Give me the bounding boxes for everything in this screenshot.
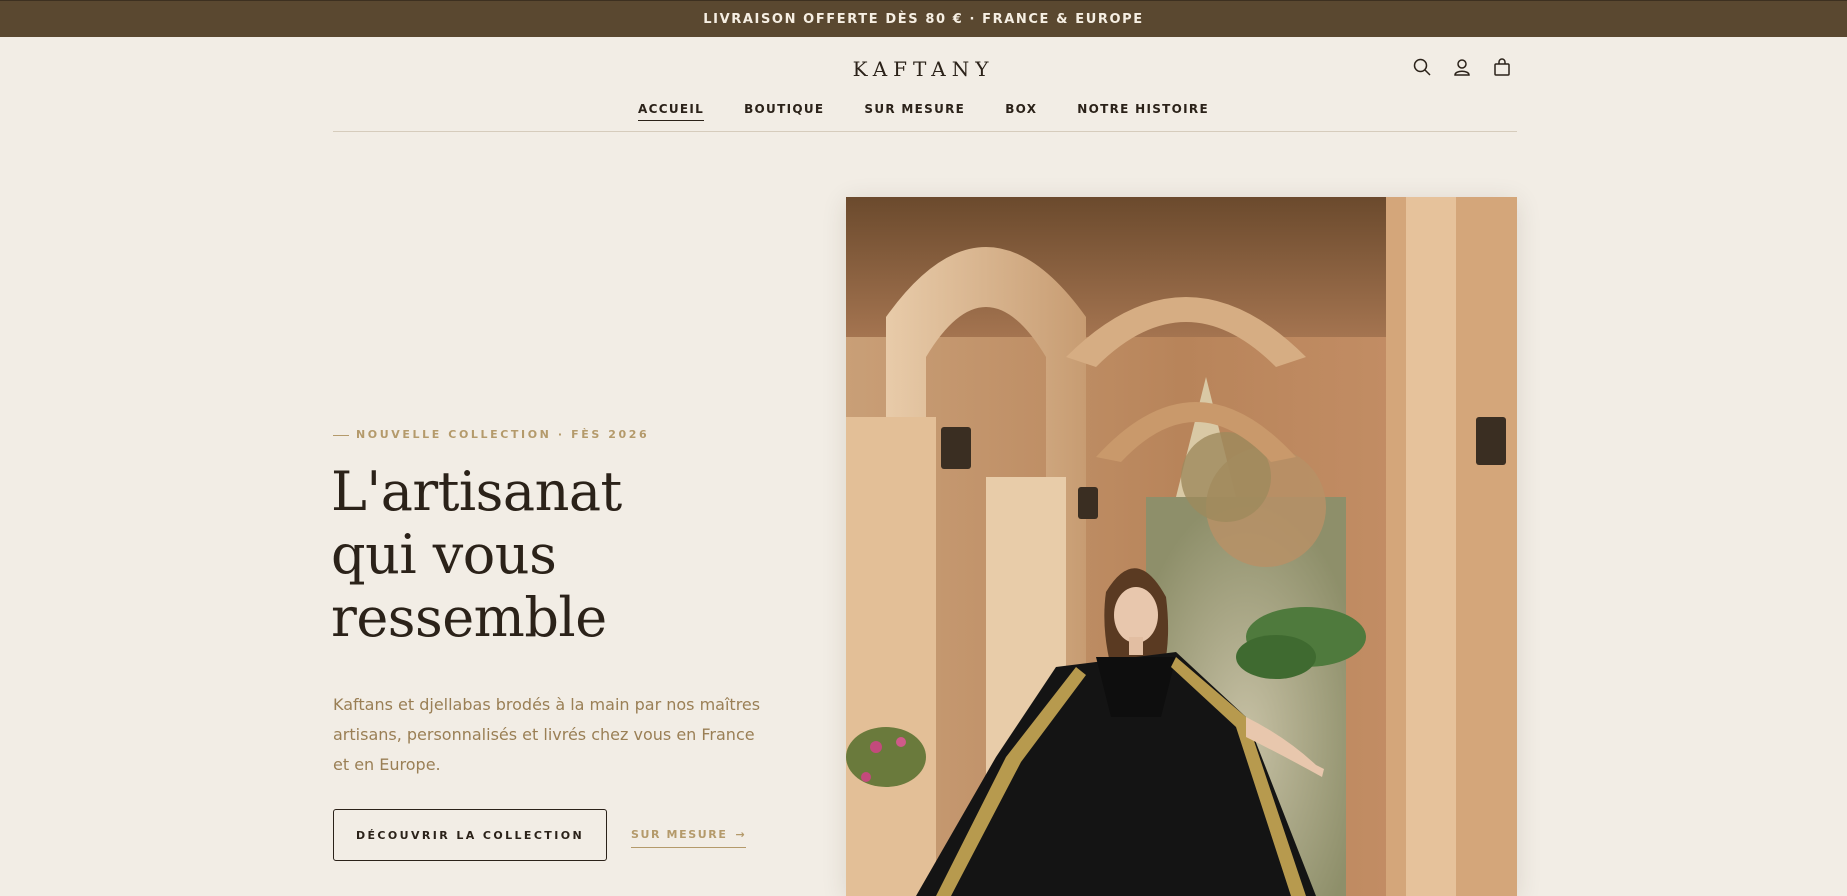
brand-logo[interactable]: KAFTANY <box>0 57 1847 81</box>
sur-mesure-link[interactable]: SUR MESURE → <box>631 828 747 848</box>
account-icon[interactable] <box>1452 57 1472 77</box>
search-icon[interactable] <box>1412 57 1432 77</box>
arrow-right-icon: → <box>735 828 747 841</box>
hero-description: Kaftans et djellabas brodés à la main pa… <box>333 695 761 774</box>
main-nav: ACCUEIL BOUTIQUE SUR MESURE BOX NOTRE HI… <box>0 102 1847 121</box>
nav-item-boutique[interactable]: BOUTIQUE <box>744 102 824 121</box>
nav-item-box[interactable]: BOX <box>1005 102 1037 121</box>
hero-title-line-2: qui vous <box>331 523 557 586</box>
hero-title: L'artisanat qui vous ressemble <box>331 460 751 649</box>
discover-collection-button[interactable]: DÉCOUVRIR LA COLLECTION <box>333 809 607 861</box>
hero-image <box>846 197 1517 896</box>
hero-title-line-3: ressemble <box>331 586 607 649</box>
nav-item-notre-histoire[interactable]: NOTRE HISTOIRE <box>1077 102 1209 121</box>
header-divider <box>333 131 1517 132</box>
hero-eyebrow: NOUVELLE COLLECTION · FÈS 2026 <box>333 428 649 441</box>
nav-item-accueil[interactable]: ACCUEIL <box>638 102 705 121</box>
nav-item-sur-mesure[interactable]: SUR MESURE <box>864 102 965 121</box>
sur-mesure-link-label: SUR MESURE <box>631 828 728 841</box>
header-icons <box>1412 57 1512 77</box>
cart-icon[interactable] <box>1492 57 1512 77</box>
site-header: KAFTANY ACCUEIL BOUTIQUE SUR MESURE BOX … <box>0 37 1847 133</box>
announcement-text: LIVRAISON OFFERTE DÈS 80 € · FRANCE & EU… <box>703 11 1144 27</box>
announcement-bar: LIVRAISON OFFERTE DÈS 80 € · FRANCE & EU… <box>0 0 1847 37</box>
hero-title-line-1: L'artisanat <box>331 460 622 523</box>
